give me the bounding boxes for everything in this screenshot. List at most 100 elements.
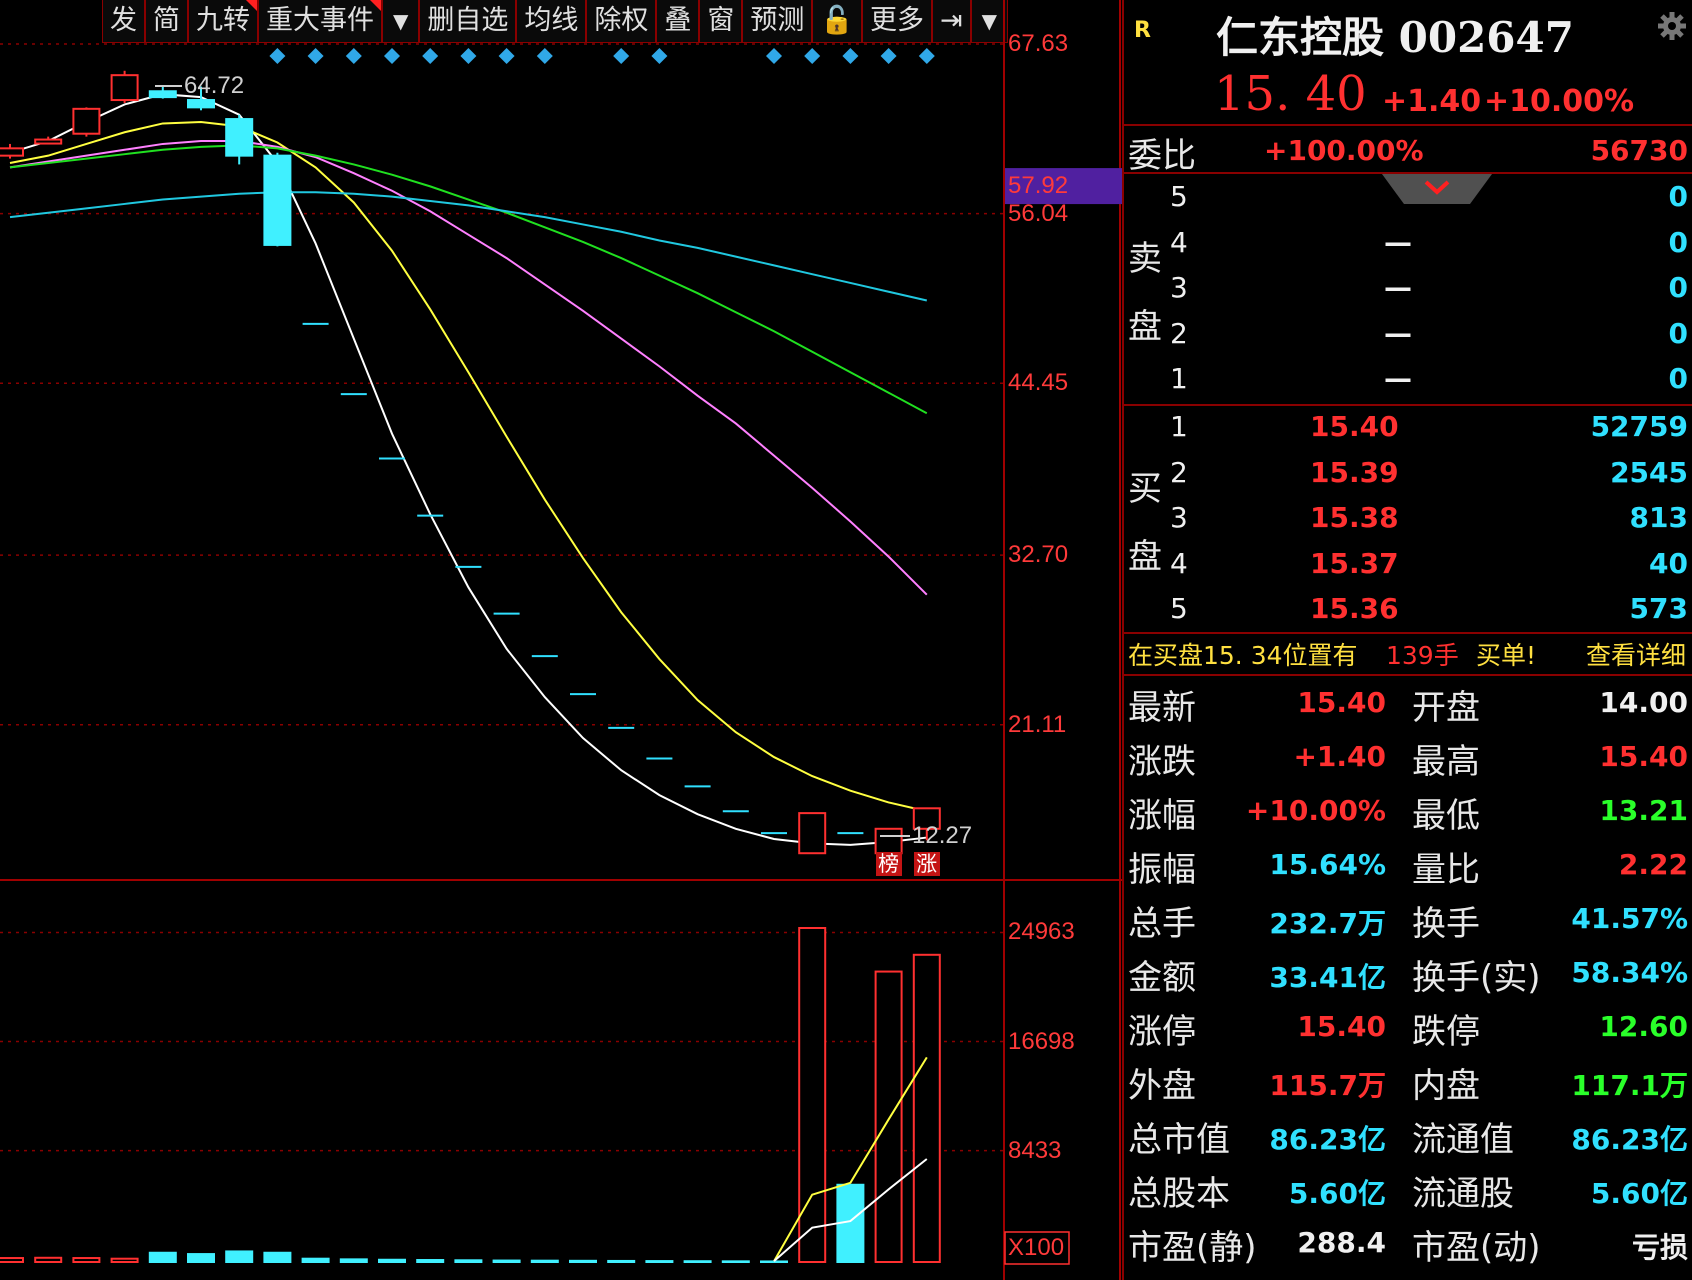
volume-bar — [263, 1251, 292, 1264]
ma-line — [9, 191, 928, 302]
sell-row-volume: 0 — [1668, 316, 1688, 350]
volume-bar — [301, 1257, 330, 1263]
stat-value: 86.23亿 — [1269, 1123, 1386, 1156]
event-diamond — [880, 48, 897, 64]
stat-value: 5.60亿 — [1288, 1177, 1386, 1210]
sell-row-volume: 0 — [1668, 225, 1688, 259]
chart-badge[interactable]: 榜 — [875, 852, 902, 876]
sell-row-level: 5 — [1170, 180, 1188, 213]
event-diamond — [498, 48, 515, 64]
sell-row-level: 1 — [1170, 362, 1188, 395]
stat-label: 最低 — [1412, 796, 1480, 836]
high-price-label: 64.72 — [184, 72, 245, 99]
sell-row-price: — — [1384, 362, 1412, 395]
stat-label: 涨跌 — [1128, 742, 1196, 782]
event-diamond — [651, 48, 668, 64]
volume-bar — [760, 1260, 788, 1263]
weibi-pct: +100.00% — [1264, 134, 1424, 167]
volume-bar — [225, 1250, 254, 1263]
stat-label: 换手(实) — [1412, 958, 1541, 998]
current-price: 15. 40 — [1214, 66, 1367, 122]
buy-row-volume: 813 — [1629, 501, 1688, 534]
candle-body — [263, 154, 292, 246]
buy-label-1: 买 — [1128, 468, 1162, 509]
stat-label: 跌停 — [1412, 1012, 1480, 1052]
volume-bar — [683, 1260, 712, 1263]
low-price-label: 12.27 — [912, 822, 973, 849]
stat-value: +10.00% — [1245, 794, 1386, 827]
volume-bar — [569, 1259, 597, 1264]
candle-body — [34, 138, 63, 145]
event-diamond — [804, 48, 821, 64]
volume-bar — [492, 1259, 521, 1264]
volume-bar — [721, 1260, 750, 1264]
collapse-chevron-icon[interactable] — [1382, 174, 1492, 208]
buy-row-price: 15.37 — [1310, 546, 1399, 580]
volume-bar — [148, 1251, 177, 1264]
volume-unit-label: X100 — [1008, 1234, 1065, 1261]
stat-value: +1.40 — [1293, 740, 1386, 773]
buy-row-price: 15.36 — [1310, 592, 1399, 625]
event-diamond — [460, 48, 477, 64]
buy-row-price: 15.39 — [1310, 455, 1399, 489]
stock-title: 仁东控股 002647 — [1216, 13, 1574, 62]
price-change-pct: +10.00% — [1484, 84, 1635, 119]
candle-body — [110, 74, 139, 102]
price-tick-label: 44.45 — [1008, 369, 1069, 397]
sell-row-volume: 0 — [1668, 180, 1688, 213]
stat-label: 总股本 — [1128, 1174, 1230, 1214]
stat-label: 涨停 — [1128, 1012, 1196, 1052]
event-diamond — [842, 48, 859, 64]
stat-label: 流通值 — [1412, 1120, 1514, 1160]
stat-value: 2.22 — [1618, 848, 1688, 881]
gear-icon[interactable] — [1656, 10, 1688, 42]
stat-value: 5.60亿 — [1590, 1177, 1688, 1210]
price-change: +1.40 — [1382, 84, 1482, 119]
price-tick-label: 67.63 — [1008, 30, 1069, 57]
buy-label-2: 盘 — [1128, 536, 1162, 577]
chart-badge[interactable]: 涨 — [913, 852, 940, 876]
notice-detail-link[interactable]: 查看详细 — [1586, 636, 1686, 672]
stat-value: 15.40 — [1599, 740, 1688, 773]
stat-value: 58.34% — [1571, 956, 1688, 989]
stat-label: 外盘 — [1128, 1066, 1196, 1106]
event-diamond — [613, 48, 630, 64]
volume-bar — [416, 1259, 445, 1264]
event-diamond — [422, 48, 439, 64]
stat-label: 市盈(动) — [1412, 1228, 1541, 1268]
event-diamond — [269, 48, 286, 64]
stat-label: 振幅 — [1128, 850, 1196, 890]
volume-bar — [912, 953, 941, 1263]
volume-bar — [874, 970, 903, 1264]
stat-label: 换手 — [1412, 904, 1480, 944]
sell-row-volume: 0 — [1668, 271, 1688, 304]
stat-value: 41.57% — [1571, 902, 1688, 935]
event-diamond — [536, 48, 553, 64]
quote-panel: R 仁东控股 002647 15. 40 +1.40 +10.00% 委比 +1… — [1122, 0, 1692, 1280]
candle-body — [72, 107, 101, 135]
stat-label: 市盈(静) — [1128, 1228, 1257, 1268]
sell-row-level: 2 — [1170, 316, 1188, 350]
buy-row-volume: 573 — [1629, 592, 1688, 625]
volume-bar — [110, 1257, 139, 1263]
buy-row-level: 3 — [1170, 501, 1188, 534]
kline-chart[interactable] — [0, 0, 1122, 1280]
volume-bar — [339, 1258, 368, 1264]
sell-row-price: — — [1384, 316, 1412, 350]
buy-row-level: 4 — [1170, 546, 1188, 580]
candle-body — [225, 118, 254, 157]
stock-tag: R — [1134, 18, 1151, 43]
stat-label: 总市值 — [1128, 1120, 1230, 1160]
stat-label: 内盘 — [1412, 1066, 1480, 1106]
sell-row-price: — — [1384, 225, 1412, 259]
buy-row-volume: 40 — [1649, 546, 1688, 580]
sell-label-2: 盘 — [1128, 306, 1162, 347]
buy-row-price: 15.38 — [1310, 501, 1399, 534]
weibi-diff: 56730 — [1590, 134, 1688, 167]
stat-value: 14.00 — [1599, 686, 1688, 719]
notice-action: 买单! — [1476, 641, 1537, 670]
stat-label: 开盘 — [1412, 688, 1480, 728]
buy-row-price: 15.40 — [1310, 410, 1399, 443]
buy-row-volume: 2545 — [1610, 455, 1688, 489]
volume-bar — [530, 1259, 559, 1263]
